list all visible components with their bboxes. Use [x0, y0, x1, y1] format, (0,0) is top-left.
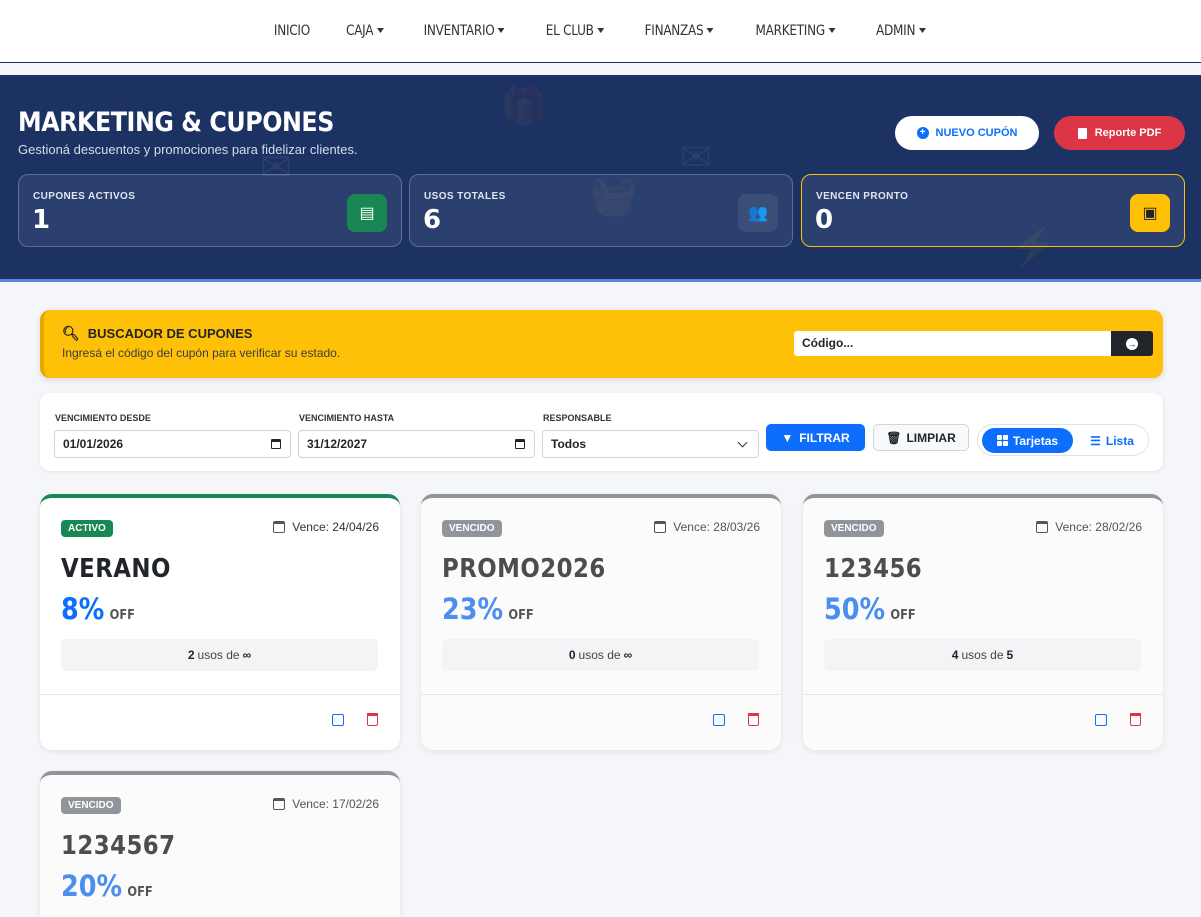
filters-bar: VENCIMIENTO DESDE 01/01/2026 VENCIMIENTO…	[40, 393, 1163, 471]
date-from-input[interactable]: 01/01/2026	[54, 430, 291, 458]
coupon-search-panel: 🔍︎ BUSCADOR DE CUPONES Ingresá el código…	[40, 310, 1163, 378]
coupon-usage: 4 usos de 5	[824, 639, 1141, 671]
coupon-code: 123456	[824, 554, 923, 584]
nav-item-caja[interactable]: CAJA	[333, 23, 396, 39]
coupon-discount: 20% OFF	[61, 869, 153, 903]
file-pdf-icon	[1077, 127, 1087, 139]
calendar-icon	[273, 521, 286, 533]
coupon-discount: 23% OFF	[442, 592, 534, 626]
arrow-right-icon: →	[1126, 337, 1138, 350]
trash-icon: 🗑︎	[886, 430, 902, 445]
caret-down-icon	[828, 28, 836, 33]
status-badge: VENCIDO	[442, 520, 502, 537]
page-title: MARKETING & CUPONES	[18, 107, 334, 138]
coupon-code: VERANO	[61, 554, 171, 584]
expiry-date: Vence: 28/02/26	[1055, 520, 1142, 534]
plus-circle-icon: +	[916, 127, 929, 139]
nav-item-finanzas[interactable]: FINANZAS	[632, 23, 727, 39]
clear-button[interactable]: 🗑︎ LIMPIAR	[873, 424, 969, 451]
delete-icon[interactable]	[367, 713, 378, 726]
delete-icon[interactable]	[748, 713, 759, 726]
date-from-label: VENCIMIENTO DESDE	[55, 413, 151, 423]
status-badge: VENCIDO	[824, 520, 884, 537]
delete-icon[interactable]	[1130, 713, 1141, 726]
grid-icon	[996, 435, 1008, 446]
stat-active-coupons: CUPONES ACTIVOS 1 ▤	[18, 174, 402, 247]
nav-item-inventario[interactable]: INVENTARIO	[411, 23, 518, 39]
calendar-icon	[654, 521, 667, 533]
responsible-label: RESPONSABLE	[543, 413, 612, 423]
caret-down-icon	[918, 28, 926, 33]
coupon-code-input[interactable]: Código...	[794, 331, 1112, 356]
caret-down-icon	[706, 28, 714, 33]
coupon-code: 1234567	[61, 831, 176, 861]
filter-icon: ▼	[781, 430, 794, 445]
edit-icon[interactable]	[1095, 714, 1107, 726]
coupon-card: ACTIVO Vence: 24/04/26 VERANO 8% OFF 2 uso…	[40, 494, 400, 750]
coupon-card: VENCIDO Vence: 28/03/26 PROMO2026 23% OFF…	[421, 494, 781, 750]
status-badge: ACTIVO	[61, 520, 113, 537]
stat-expiring-soon: VENCEN PRONTO 0 ▣	[801, 174, 1185, 247]
coupon-discount: 50% OFF	[824, 592, 916, 626]
nav-item-el-club[interactable]: EL CLUB	[533, 23, 617, 39]
date-to-label: VENCIMIENTO HASTA	[299, 413, 395, 423]
coupon-card: VENCIDO Vence: 17/02/26 1234567 20% OFF	[40, 771, 400, 917]
page-subtitle: Gestioná descuentos y promociones para f…	[18, 142, 358, 157]
pdf-report-button[interactable]: Reporte PDF	[1054, 116, 1185, 150]
new-coupon-button[interactable]: + NUEVO CUPÓN	[895, 116, 1039, 150]
nav-item-inicio[interactable]: INICIO	[261, 23, 323, 39]
nav-item-admin[interactable]: ADMIN	[863, 23, 938, 39]
edit-icon[interactable]	[332, 714, 344, 726]
coupon-usage: 0 usos de ∞	[442, 639, 759, 671]
calendar-icon	[1036, 521, 1049, 533]
list-icon: ☰	[1090, 433, 1101, 448]
expiry-date: Vence: 28/03/26	[673, 520, 760, 534]
date-to-input[interactable]: 31/12/2027	[298, 430, 535, 458]
search-description: Ingresá el código del cupón para verific…	[62, 346, 341, 360]
coupon-usage: 2 usos de ∞	[61, 639, 378, 671]
search-submit-button[interactable]: →	[1111, 331, 1153, 356]
view-cards-button[interactable]: Tarjetas	[982, 428, 1073, 453]
nav-item-marketing[interactable]: MARKETING	[743, 23, 849, 39]
stat-total-uses: USOS TOTALES 6 👥	[409, 174, 793, 247]
coupon-discount: 8% OFF	[61, 592, 135, 626]
caret-down-icon	[376, 28, 384, 33]
coupon-card: VENCIDO Vence: 28/02/26 123456 50% OFF 4u…	[803, 494, 1163, 750]
view-list-button[interactable]: ☰ Lista	[1078, 428, 1146, 453]
top-navbar: INICIO CAJA INVENTARIO EL CLUB FINANZAS …	[0, 0, 1201, 63]
ticket-icon: ▤	[347, 194, 387, 232]
calendar-x-icon: ▣	[1130, 194, 1170, 232]
gift-icon: 🎁	[500, 86, 548, 128]
search-title: BUSCADOR DE CUPONES	[87, 326, 253, 341]
search-icon: 🔍︎	[62, 325, 80, 341]
expiry-date: Vence: 17/02/26	[292, 797, 379, 811]
calendar-icon	[273, 798, 286, 810]
users-icon: 👥	[738, 194, 778, 232]
caret-down-icon	[597, 28, 605, 33]
filter-button[interactable]: ▼ FILTRAR	[766, 424, 865, 451]
hero-header: 🎁 ✉ 🧺 ✉ ⚡ MARKETING & CUPONES Gestioná d…	[0, 75, 1201, 282]
edit-icon[interactable]	[713, 714, 725, 726]
expiry-date: Vence: 24/04/26	[292, 520, 379, 534]
caret-down-icon	[497, 28, 505, 33]
chevron-down-icon	[737, 437, 748, 448]
coupon-code: PROMO2026	[442, 554, 606, 584]
status-badge: VENCIDO	[61, 797, 121, 814]
calendar-icon[interactable]	[515, 439, 525, 449]
view-toggle: Tarjetas ☰ Lista	[977, 424, 1149, 456]
calendar-icon[interactable]	[271, 439, 281, 449]
responsible-select[interactable]: Todos	[542, 430, 759, 458]
